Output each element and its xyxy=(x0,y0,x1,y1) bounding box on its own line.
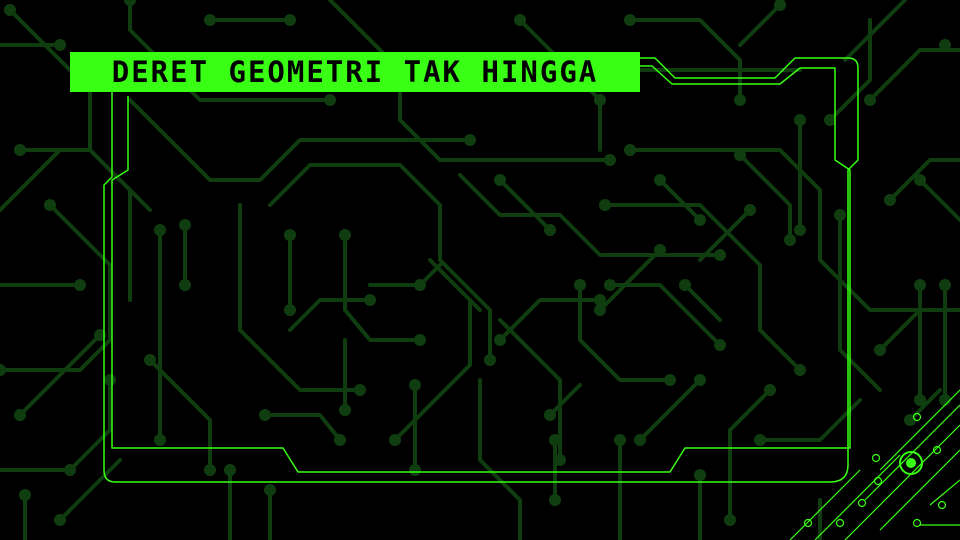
slide-title: DERET GEOMETRI TAK HINGGA xyxy=(111,55,599,89)
title-banner: DERET GEOMETRI TAK HINGGA xyxy=(70,52,640,92)
